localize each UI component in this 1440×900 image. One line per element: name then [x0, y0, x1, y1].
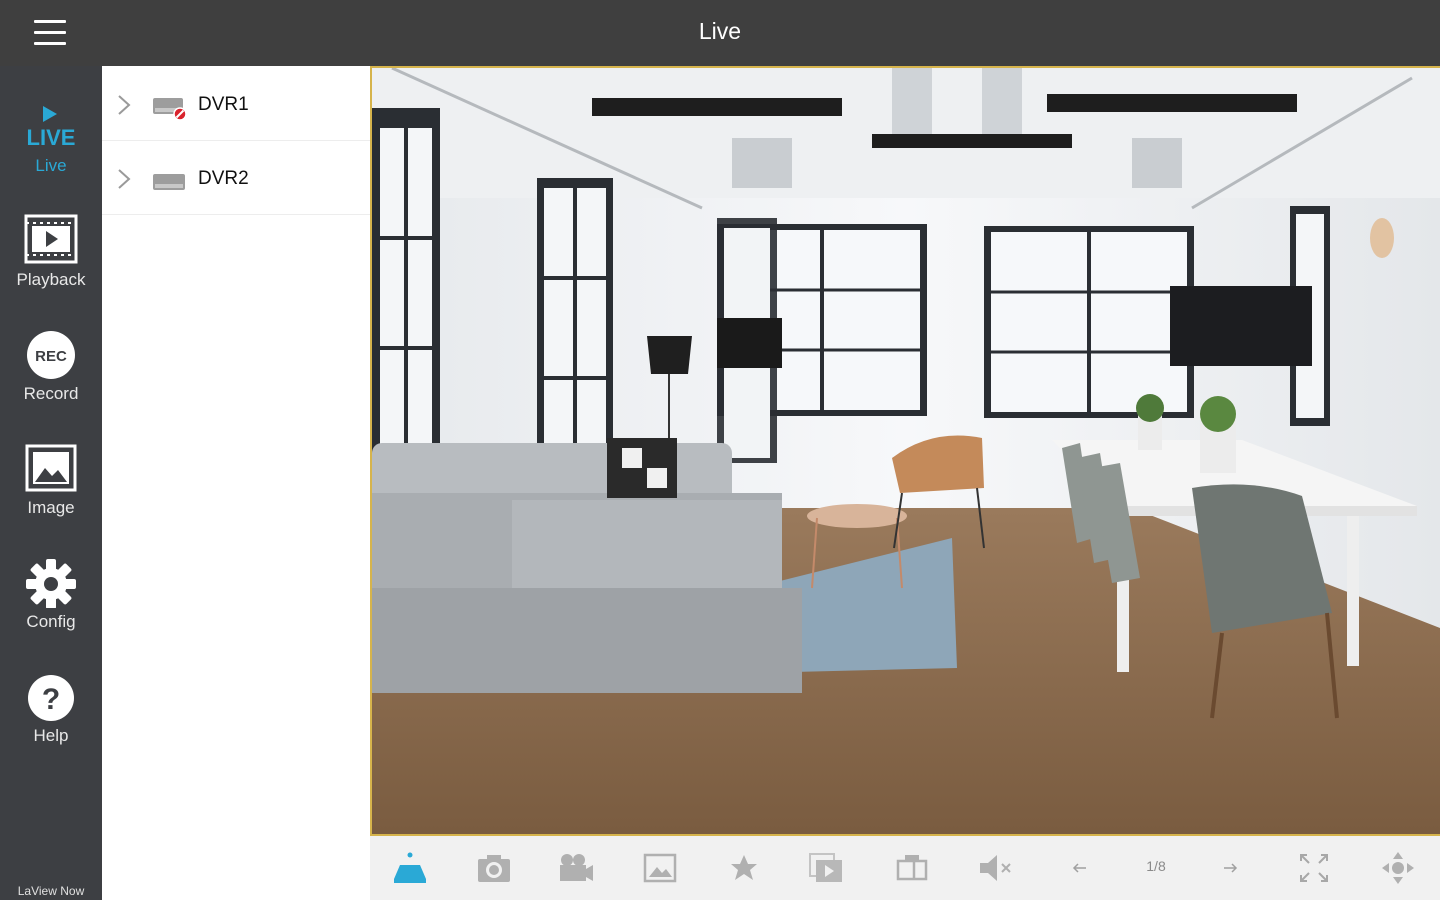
sidebar-item-live[interactable]: LIVE Live	[0, 86, 102, 196]
sidebar-item-label: Image	[27, 498, 75, 517]
device-row-dvr2[interactable]: DVR2	[102, 142, 370, 215]
sidebar-item-label: Record	[23, 384, 79, 403]
image-icon	[24, 440, 78, 494]
top-bar: Live	[0, 0, 1440, 66]
snapshot-button[interactable]	[474, 850, 514, 886]
sidebar-item-label: Playback	[16, 270, 86, 289]
brand-label: LaView Now	[17, 884, 85, 898]
sidebar-item-label: Config	[26, 612, 76, 631]
sidebar-item-playback[interactable]: Playback	[0, 200, 102, 310]
device-name: DVR2	[198, 168, 249, 189]
record-clip-button[interactable]	[556, 850, 596, 886]
ptz-control-button[interactable]	[1378, 850, 1418, 886]
arrow-right-icon	[1224, 863, 1238, 873]
playback-icon	[809, 853, 842, 882]
dvr-select-icon	[394, 852, 426, 883]
sidebar: LIVE Live Playback REC Record Image Conf…	[0, 66, 102, 900]
live-icon: LIVE	[24, 98, 78, 152]
sidebar-item-config[interactable]: Config	[0, 542, 102, 652]
mute-icon	[980, 855, 1011, 881]
playback-button[interactable]	[806, 850, 846, 886]
ptz-icon	[1382, 852, 1414, 884]
previous-page-button[interactable]	[1060, 850, 1100, 886]
favorite-button[interactable]	[724, 850, 764, 886]
split-screen-button[interactable]	[892, 850, 932, 886]
device-row-dvr1[interactable]: DVR1	[102, 68, 370, 141]
page-title: Live	[698, 18, 742, 44]
camera-icon	[478, 855, 510, 882]
playback-icon	[24, 212, 78, 266]
gallery-button[interactable]	[640, 850, 680, 886]
chevron-right-icon[interactable]	[116, 94, 132, 116]
live-logo-text: LIVE	[27, 125, 76, 150]
image-icon	[643, 853, 677, 883]
sidebar-item-record[interactable]: REC Record	[0, 314, 102, 424]
dvr-icon	[153, 174, 185, 190]
rec-icon-text: REC	[35, 348, 67, 365]
fullscreen-button[interactable]	[1294, 850, 1334, 886]
arrow-left-icon	[1072, 863, 1086, 873]
star-icon	[731, 855, 757, 880]
page-indicator: 1/8	[1146, 858, 1166, 874]
live-video-view[interactable]	[370, 66, 1440, 836]
chevron-right-icon[interactable]	[116, 168, 132, 190]
help-icon: ?	[24, 668, 78, 722]
gear-icon	[24, 554, 78, 609]
sidebar-item-help[interactable]: ? Help	[0, 656, 102, 766]
device-list: DVR1 DVR2	[102, 66, 371, 900]
device-name: DVR1	[198, 94, 249, 115]
select-channel-button[interactable]	[390, 850, 430, 886]
video-camera-icon	[560, 854, 593, 881]
sidebar-item-label: Live	[35, 156, 67, 175]
live-toolbar: 1/8	[370, 836, 1440, 900]
camera-feed-image	[372, 68, 1440, 834]
next-page-button[interactable]	[1210, 850, 1250, 886]
audio-toggle-button[interactable]	[976, 850, 1016, 886]
rec-icon: REC	[24, 326, 78, 380]
fullscreen-icon	[1300, 854, 1328, 882]
help-icon-text: ?	[42, 683, 60, 716]
sidebar-item-image[interactable]: Image	[0, 428, 102, 538]
sidebar-item-label: Help	[33, 726, 69, 745]
split-window-icon	[896, 855, 928, 881]
dvr-error-icon	[153, 98, 187, 120]
